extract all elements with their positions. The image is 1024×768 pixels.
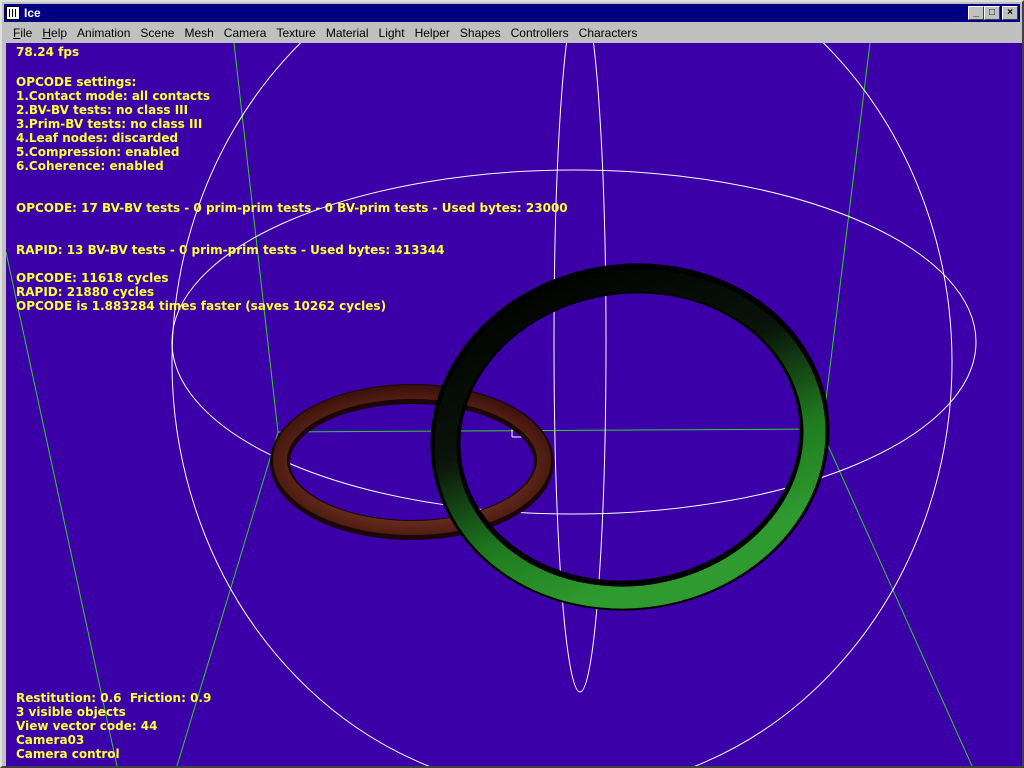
camera-name: Camera03 [16,733,85,747]
physics-params: Restitution: 0.6 Friction: 0.9 [16,691,212,705]
menu-material[interactable]: Material [321,26,374,40]
menu-light[interactable]: Light [374,26,410,40]
opcode-cycles: OPCODE: 11618 cycles [16,271,169,285]
settings-title: OPCODE settings: [16,75,137,89]
comparison-result: OPCODE is 1.883284 times faster (saves 1… [16,299,387,313]
menu-help[interactable]: Help [37,26,72,40]
menu-animation[interactable]: Animation [72,26,135,40]
setting-compression: 5.Compression: enabled [16,145,180,159]
minimize-button[interactable]: _ [968,6,984,20]
close-button[interactable]: × [1002,6,1018,20]
rapid-stats: RAPID: 13 BV-BV tests - 0 prim-prim test… [16,243,445,257]
fps-counter: 78.24 fps [16,45,80,59]
rapid-cycles: RAPID: 21880 cycles [16,285,155,299]
menu-texture[interactable]: Texture [271,26,320,40]
app-window: Ice _ □ × File Help Animation Scene Mesh… [0,0,1024,768]
setting-bv-bv: 2.BV-BV tests: no class III [16,103,189,117]
window-title: Ice [24,6,41,20]
menu-camera[interactable]: Camera [219,26,272,40]
menu-file[interactable]: File [4,26,37,40]
camera-mode: Camera control [16,747,120,761]
view-vector-code: View vector code: 44 [16,719,158,733]
setting-prim-bv: 3.Prim-BV tests: no class III [16,117,203,131]
maximize-button[interactable]: □ [984,6,1000,20]
opcode-stats: OPCODE: 17 BV-BV tests - 0 prim-prim tes… [16,201,568,215]
menu-scene[interactable]: Scene [135,26,179,40]
menu-characters[interactable]: Characters [574,26,643,40]
menu-bar: File Help Animation Scene Mesh Camera Te… [4,24,1020,42]
title-bar[interactable]: Ice _ □ × [4,4,1020,22]
app-icon[interactable] [6,6,20,20]
setting-leaf-nodes: 4.Leaf nodes: discarded [16,131,179,145]
visible-objects: 3 visible objects [16,705,126,719]
torus-red [270,384,554,540]
menu-controllers[interactable]: Controllers [506,26,574,40]
torus-green [430,263,830,611]
window-controls: _ □ × [968,6,1018,20]
setting-contact-mode: 1.Contact mode: all contacts [16,89,211,103]
menu-helper[interactable]: Helper [410,26,455,40]
setting-coherence: 6.Coherence: enabled [16,159,164,173]
menu-shapes[interactable]: Shapes [455,26,506,40]
wireframe-bounds [171,43,977,766]
menu-mesh[interactable]: Mesh [179,26,218,40]
render-viewport[interactable]: 78.24 fps OPCODE settings: 1.Contact mod… [6,43,1022,766]
